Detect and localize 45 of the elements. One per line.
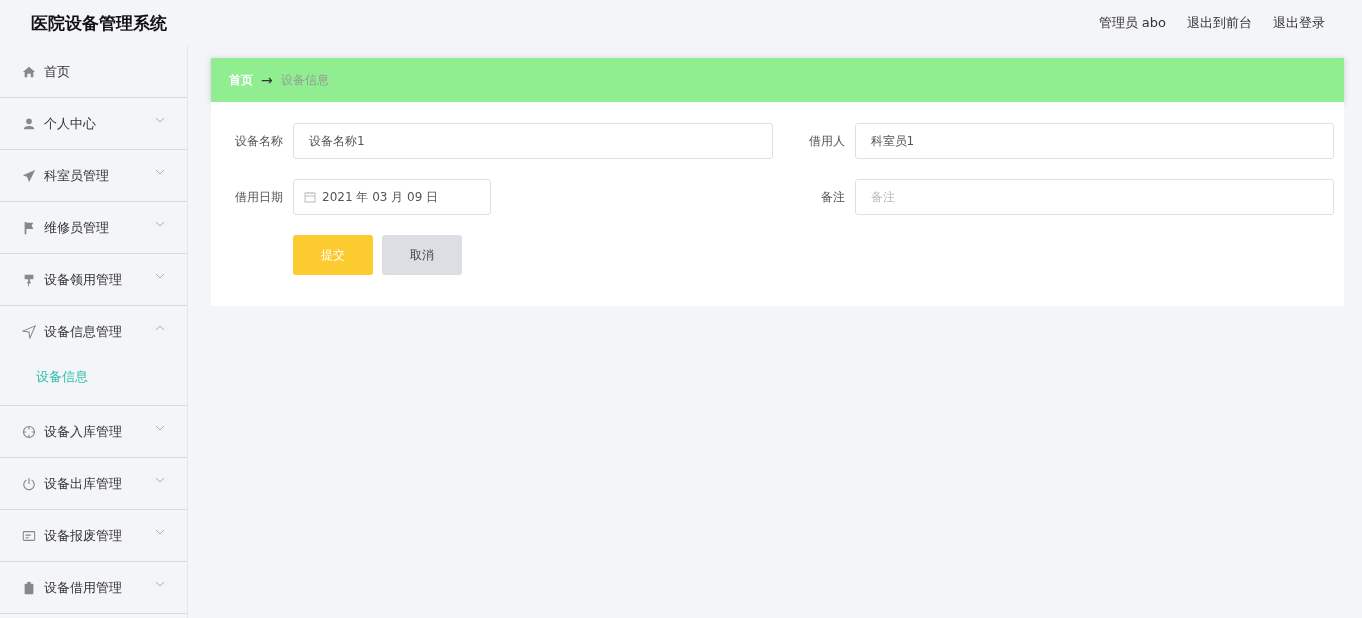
id-card-icon [22, 528, 36, 543]
field-label: 借用日期 [234, 188, 284, 206]
calendar-icon [304, 191, 316, 203]
chevron-icon [155, 528, 165, 535]
menu-item[interactable]: 维修员管理 [0, 202, 187, 253]
chevron-icon [155, 324, 165, 331]
header-link[interactable]: 退出登录 [1273, 14, 1325, 32]
user-icon [22, 116, 36, 131]
date-field[interactable]: 2021 年 03 月 09 日 [293, 179, 491, 215]
input-field[interactable]: 备注 [854, 179, 1334, 215]
header-link[interactable]: 退出到前台 [1187, 14, 1252, 32]
menu-item[interactable]: 设备入库管理 [0, 406, 187, 457]
breadcrumb-arrow: → [261, 72, 273, 88]
menu-item[interactable]: 首页 [0, 46, 187, 97]
clipboard-icon [22, 580, 36, 595]
flag-icon [22, 220, 36, 235]
chevron-icon [155, 272, 165, 279]
home-icon [22, 64, 36, 79]
field-label: 备注 [819, 188, 846, 206]
menu-item[interactable]: 设备领用管理 [0, 254, 187, 305]
chevron-icon [155, 168, 165, 175]
field-label: 设备名称 [234, 132, 284, 150]
header-link[interactable]: 管理员 abo [1098, 14, 1166, 32]
input-field[interactable]: 科室员1 [854, 123, 1334, 159]
menu-item[interactable]: 设备报废管理 [0, 510, 187, 561]
menu-item[interactable]: 个人中心 [0, 98, 187, 149]
menu-item[interactable]: 科室员管理 [0, 150, 187, 201]
paper-plane-icon [22, 168, 36, 183]
navigation-icon [22, 324, 36, 339]
crosshair-icon [22, 424, 36, 439]
chevron-icon [155, 116, 165, 123]
chevron-icon [155, 580, 165, 587]
app-title: 医院设备管理系统 [31, 11, 167, 35]
cancel-button[interactable]: 取消 [382, 235, 462, 275]
breadcrumb-current: 设备信息 [280, 71, 329, 89]
menu-item[interactable]: 设备信息管理 [0, 306, 187, 357]
menu-item[interactable]: 设备出库管理 [0, 458, 187, 509]
field-label: 借用人 [807, 132, 846, 150]
chevron-icon [155, 476, 165, 483]
power-icon [22, 476, 36, 491]
menu-item[interactable]: 设备借用管理 [0, 562, 187, 613]
stamp-icon [22, 272, 36, 287]
chevron-icon [155, 424, 165, 431]
chevron-icon [155, 220, 165, 227]
input-field[interactable]: 设备名称1 [293, 123, 773, 159]
